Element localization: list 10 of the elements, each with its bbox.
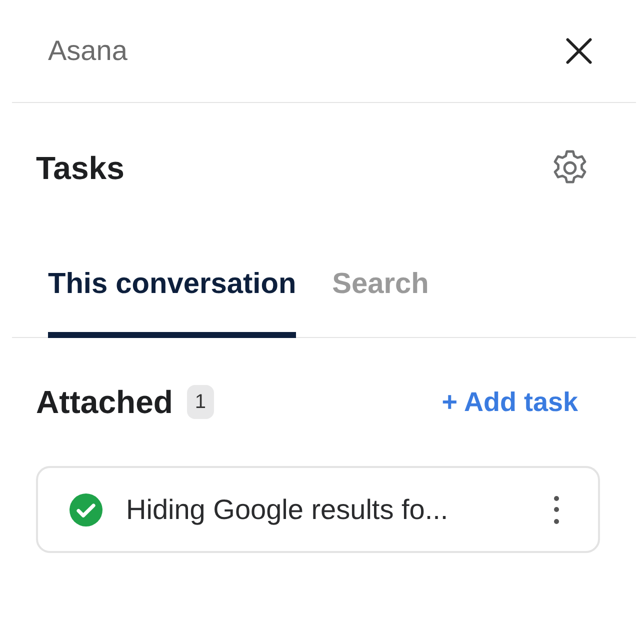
count-badge: 1	[186, 385, 214, 419]
app-title: Asana	[48, 34, 128, 68]
panel-title: Tasks	[36, 149, 124, 188]
more-icon[interactable]	[552, 496, 560, 524]
check-circle-icon[interactable]	[68, 492, 104, 528]
add-task-link[interactable]: + Add task	[442, 382, 578, 422]
task-title: Hiding Google results fo...	[126, 492, 450, 527]
task-card[interactable]: Hiding Google results fo...	[36, 466, 600, 553]
section-title: Attached	[36, 383, 173, 422]
tab[interactable]: This conversation	[48, 262, 296, 338]
